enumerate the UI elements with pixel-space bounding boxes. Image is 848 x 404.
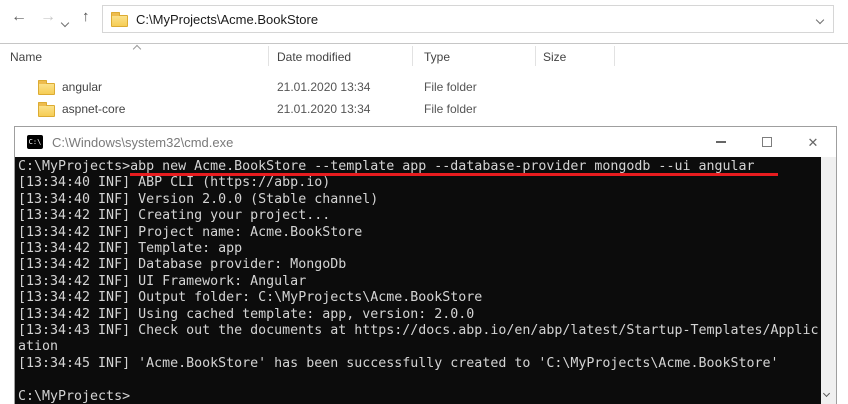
terminal-scrollbar[interactable] [821, 157, 836, 404]
cmd-window: C:\ C:\Windows\system32\cmd.exe ✕ C:\MyP… [14, 126, 837, 404]
back-button[interactable]: ← [11, 6, 27, 28]
file-type: File folder [424, 80, 477, 94]
column-header-size[interactable]: Size [543, 50, 566, 64]
command-highlight-underline [130, 173, 778, 176]
column-separator[interactable] [535, 46, 536, 66]
scroll-down-button[interactable] [824, 383, 829, 401]
column-separator[interactable] [614, 46, 615, 66]
folder-icon [111, 15, 128, 27]
file-row-aspnet-core[interactable]: aspnet-core 21.01.2020 13:34 File folder [0, 98, 700, 120]
desktop-screen: ← → ↑ C:\MyProjects\Acme.BookStore Name … [0, 0, 848, 404]
column-header-name[interactable]: Name [10, 50, 42, 64]
terminal-line [18, 372, 819, 388]
address-bar[interactable]: C:\MyProjects\Acme.BookStore [102, 5, 834, 33]
column-header-date-modified[interactable]: Date modified [277, 50, 351, 64]
cmd-window-title: C:\Windows\system32\cmd.exe [52, 135, 689, 150]
file-name: aspnet-core [62, 102, 125, 116]
close-button[interactable]: ✕ [790, 127, 836, 157]
minimize-icon [716, 141, 726, 143]
terminal-text: C:\MyProjects>abp new Acme.BookStore --t… [18, 159, 819, 404]
terminal-line: [13:34:45 INF] 'Acme.BookStore' has been… [18, 356, 819, 372]
terminal-line: [13:34:42 INF] Using cached template: ap… [18, 307, 819, 323]
terminal-prompt-line: C:\MyProjects> [18, 389, 819, 404]
minimize-button[interactable] [698, 127, 744, 157]
terminal-line: [13:34:42 INF] UI Framework: Angular [18, 274, 819, 290]
maximize-icon [762, 137, 772, 147]
up-button[interactable]: ↑ [82, 6, 90, 28]
terminal-output[interactable]: C:\MyProjects>abp new Acme.BookStore --t… [15, 157, 821, 404]
terminal-line: [13:34:40 INF] Version 2.0.0 (Stable cha… [18, 192, 819, 208]
file-name: angular [62, 80, 102, 94]
column-separator[interactable] [412, 46, 413, 66]
address-path: C:\MyProjects\Acme.BookStore [136, 12, 809, 27]
terminal-line: [13:34:42 INF] Project name: Acme.BookSt… [18, 225, 819, 241]
terminal-line: [13:34:40 INF] ABP CLI (https://abp.io) [18, 175, 819, 191]
file-date-modified: 21.01.2020 13:34 [277, 102, 370, 116]
file-row-angular[interactable]: angular 21.01.2020 13:34 File folder [0, 76, 700, 98]
close-icon: ✕ [808, 136, 819, 149]
cmd-icon[interactable]: C:\ [27, 135, 43, 149]
address-dropdown-button[interactable] [817, 10, 823, 28]
folder-icon [38, 83, 55, 95]
forward-button[interactable]: → [40, 6, 56, 28]
cmd-titlebar[interactable]: C:\ C:\Windows\system32\cmd.exe ✕ [15, 127, 836, 157]
terminal-line: [13:34:42 INF] Creating your project... [18, 208, 819, 224]
recent-locations-button[interactable] [62, 13, 68, 31]
folder-icon [38, 105, 55, 117]
column-separator[interactable] [268, 46, 269, 66]
terminal-line: [13:34:43 INF] Check out the documents a… [18, 323, 819, 356]
chevron-down-icon [816, 16, 824, 24]
terminal-line: [13:34:42 INF] Template: app [18, 241, 819, 257]
terminal-line: [13:34:42 INF] Database provider: MongoD… [18, 257, 819, 273]
chevron-down-icon [61, 19, 69, 27]
sort-ascending-icon [133, 45, 141, 53]
maximize-button[interactable] [744, 127, 790, 157]
file-date-modified: 21.01.2020 13:34 [277, 80, 370, 94]
chevron-down-icon [823, 390, 830, 397]
file-type: File folder [424, 102, 477, 116]
terminal-line: [13:34:42 INF] Output folder: C:\MyProje… [18, 290, 819, 306]
toolbar-divider [0, 43, 848, 44]
column-header-type[interactable]: Type [424, 50, 450, 64]
